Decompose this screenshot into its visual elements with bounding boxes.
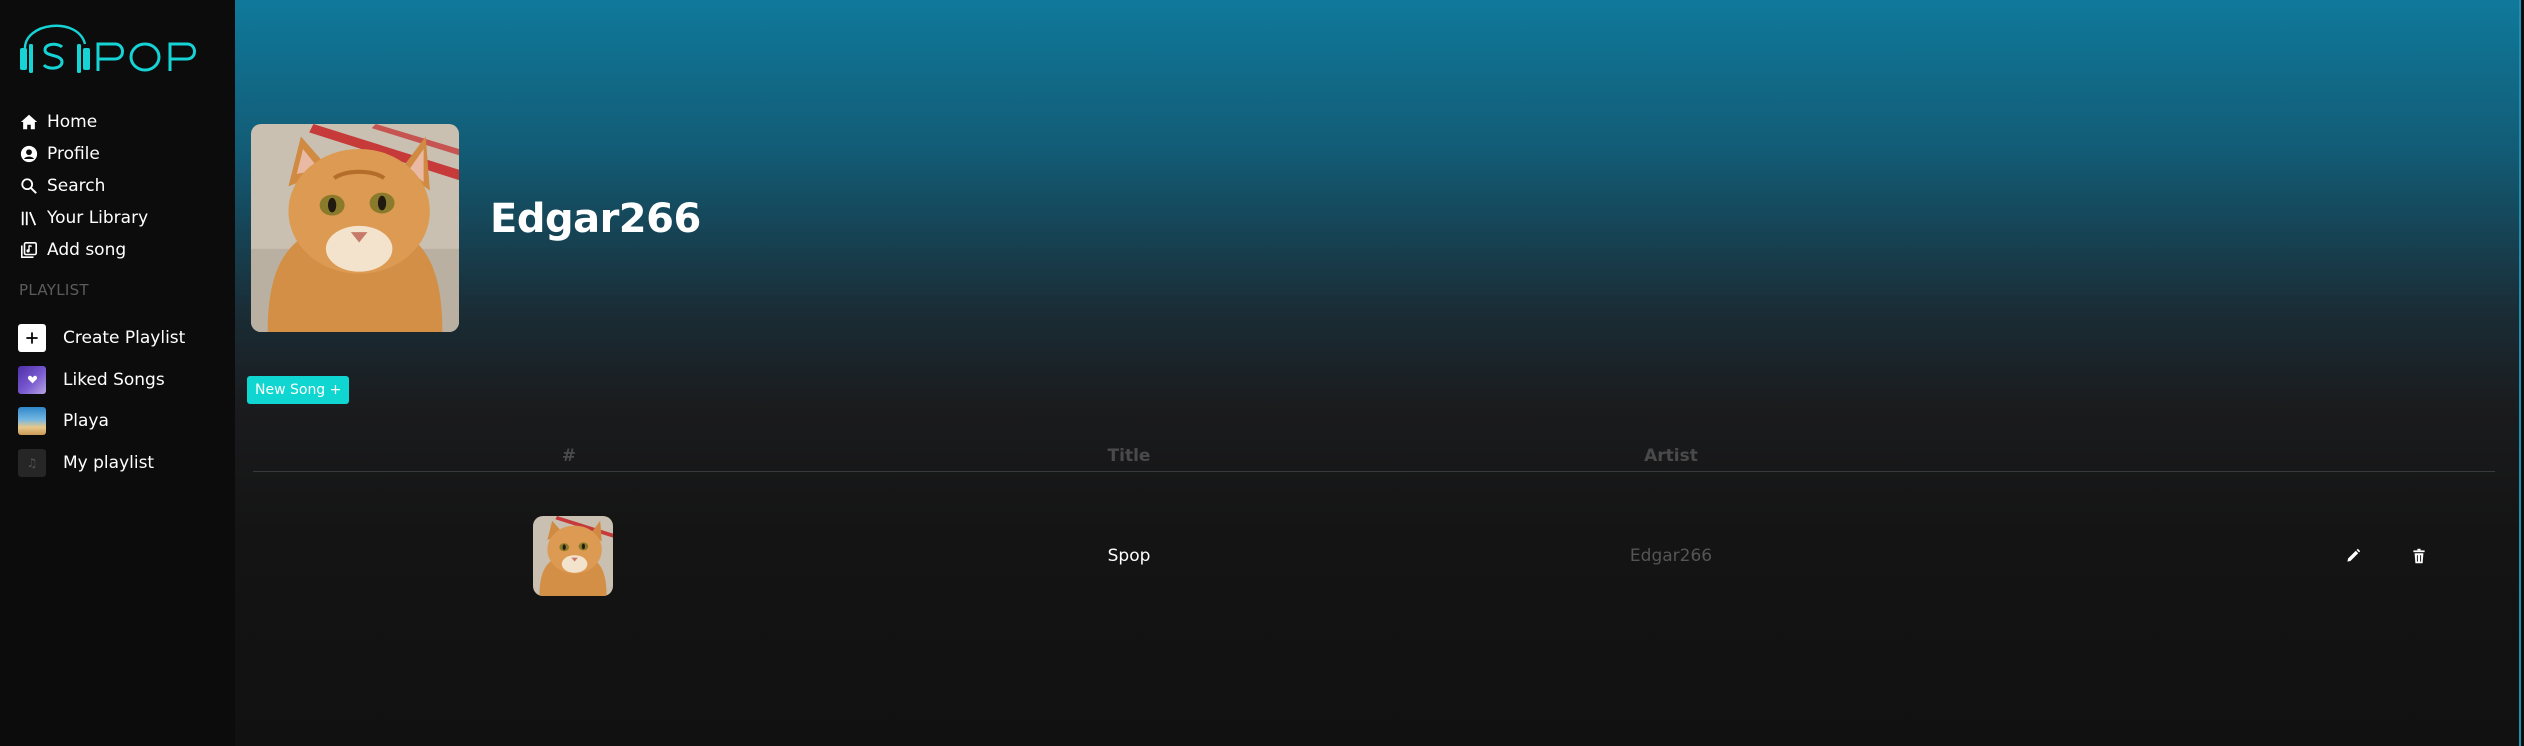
create-playlist-label: Create Playlist <box>63 328 186 348</box>
cat-photo-image <box>251 124 459 332</box>
nav-library[interactable]: Your Library <box>19 202 148 234</box>
library-icon <box>19 209 38 228</box>
playlist-cover-image <box>18 407 46 435</box>
nav-home[interactable]: Home <box>19 106 148 138</box>
song-artist[interactable]: Edgar266 <box>1630 546 1712 566</box>
profile-view: Edgar266 New Song + # Title Artist Spop … <box>235 0 2519 746</box>
nav-add-song[interactable]: Add song <box>19 234 148 266</box>
profile-username: Edgar266 <box>490 196 701 242</box>
home-icon <box>19 113 38 132</box>
profile-avatar <box>251 124 459 332</box>
table-row[interactable]: Spop Edgar266 <box>253 508 2495 604</box>
new-song-button[interactable]: New Song + <box>247 376 350 404</box>
nav-profile-label: Profile <box>47 144 100 164</box>
nav-profile[interactable]: Profile <box>19 138 148 170</box>
edit-song-button[interactable] <box>2341 544 2365 568</box>
sidebar: Home Profile Search Your Library Add son… <box>0 0 235 746</box>
trash-icon <box>2413 548 2425 564</box>
playlist-item-my-playlist[interactable]: ♫ My playlist <box>18 448 185 477</box>
cat-photo-image <box>533 516 613 596</box>
search-icon <box>19 177 38 196</box>
song-cover <box>533 516 613 596</box>
nav-library-label: Your Library <box>47 208 149 228</box>
headphones-logo-icon <box>20 24 196 73</box>
song-title[interactable]: Spop <box>1108 546 1151 566</box>
spop-logo[interactable] <box>18 14 204 82</box>
plus-icon <box>18 324 46 352</box>
songs-table-header: # Title Artist <box>253 442 2495 472</box>
main-nav: Home Profile Search Your Library Add son… <box>19 106 148 266</box>
scrollbar[interactable] <box>2519 0 2524 746</box>
playa-label: Playa <box>63 411 109 431</box>
nav-add-song-label: Add song <box>47 240 127 260</box>
column-number: # <box>561 446 577 466</box>
heart-icon <box>18 365 46 394</box>
music-note-icon: ♫ <box>18 448 46 477</box>
column-artist: Artist <box>1644 446 1698 466</box>
delete-song-button[interactable] <box>2407 544 2431 568</box>
column-title: Title <box>1107 446 1151 466</box>
pencil-icon <box>2347 548 2361 562</box>
playlist-section-heading: PLAYLIST <box>19 281 89 299</box>
playlist-item-playa[interactable]: Playa <box>18 407 185 435</box>
playlist-item-liked-songs[interactable]: Liked Songs <box>18 365 185 394</box>
add-song-icon <box>19 241 38 260</box>
nav-home-label: Home <box>47 112 98 132</box>
nav-search-label: Search <box>47 176 106 196</box>
user-circle-icon <box>19 145 38 164</box>
nav-search[interactable]: Search <box>19 170 148 202</box>
create-playlist-button[interactable]: Create Playlist <box>18 324 185 352</box>
playlist-list: Create Playlist Liked Songs Playa ♫ My p… <box>18 324 185 490</box>
my-playlist-label: My playlist <box>63 452 155 473</box>
liked-songs-label: Liked Songs <box>63 369 165 390</box>
